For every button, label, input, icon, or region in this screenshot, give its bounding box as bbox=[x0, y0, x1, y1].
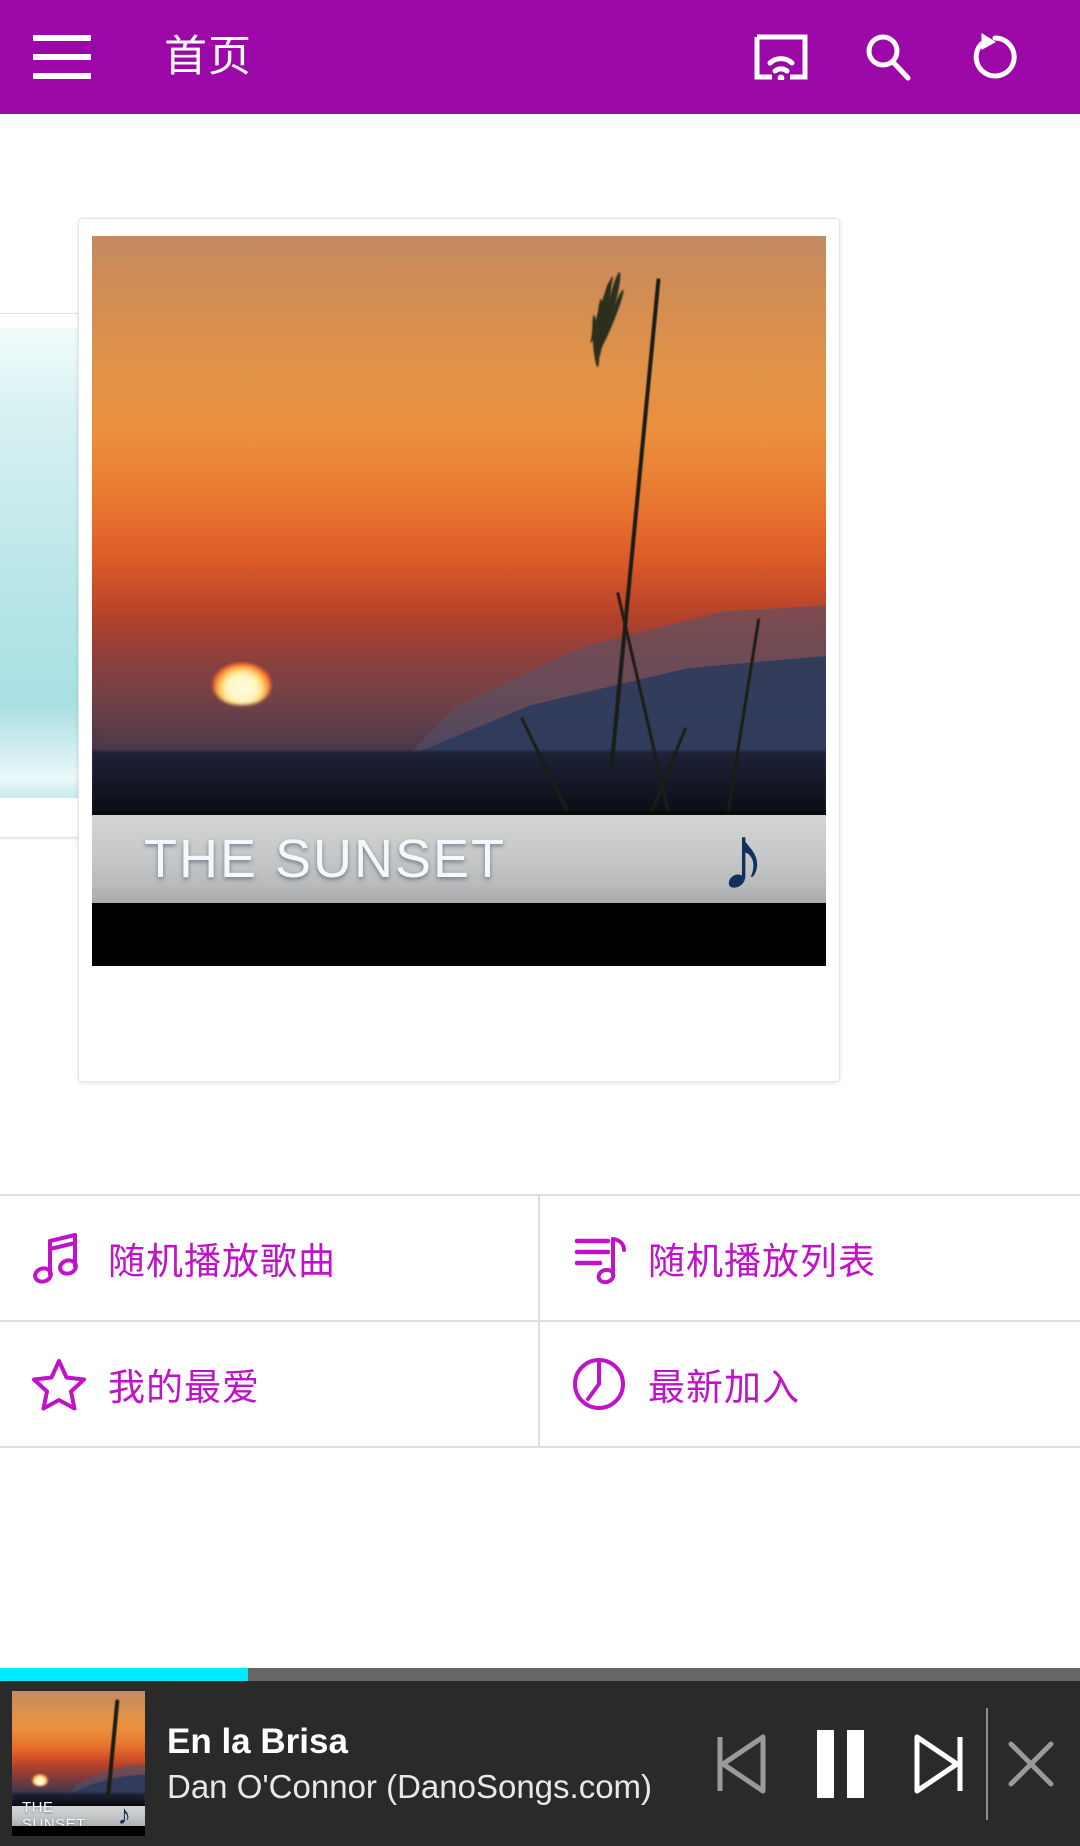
beamed-music-notes-icon bbox=[28, 1227, 90, 1289]
pause-bars bbox=[816, 1729, 864, 1798]
now-playing-bar: THE SUNSET ♪ En la Brisa Dan O'Connor (D… bbox=[0, 1681, 1080, 1846]
hamburger-line bbox=[33, 54, 91, 60]
close-icon[interactable] bbox=[992, 1681, 1070, 1846]
playlist-queue-music-icon bbox=[568, 1227, 630, 1289]
album-art: THE SUNSET ♪ bbox=[92, 236, 826, 966]
content-area: THE SUNSET ♪ Sample Music 3 bbox=[0, 114, 1080, 1194]
reed-plume bbox=[558, 270, 658, 413]
playback-progress-fill bbox=[0, 1668, 249, 1681]
now-playing-artist: Dan O'Connor (DanoSongs.com) bbox=[167, 1767, 653, 1805]
hamburger-line bbox=[33, 73, 91, 79]
playback-progress-bar[interactable] bbox=[0, 1668, 1080, 1681]
album-art-banner: THE SUNSET ♪ bbox=[92, 807, 826, 910]
grid-item-label: 我的最爱 bbox=[108, 1367, 260, 1408]
album-art-banner-text: THE SUNSET bbox=[144, 829, 507, 890]
ground-silhouette bbox=[92, 750, 826, 817]
quick-action-grid: 随机播放歌曲 随机播放列表 我的最爱 最新加入 bbox=[0, 1194, 1080, 1448]
thumbnail-bottom-bar bbox=[12, 1825, 145, 1836]
grid-item-label: 最新加入 bbox=[648, 1367, 800, 1408]
music-note-icon: ♪ bbox=[720, 807, 766, 910]
sun bbox=[213, 663, 272, 706]
grid-item-label: 随机播放列表 bbox=[648, 1241, 876, 1282]
app-bar: 首页 bbox=[0, 0, 1080, 114]
carousel-card-current[interactable]: THE SUNSET ♪ bbox=[78, 218, 840, 1082]
skip-previous-icon[interactable] bbox=[698, 1681, 784, 1846]
pause-bar bbox=[816, 1729, 834, 1798]
page-title: 首页 bbox=[164, 32, 252, 81]
pause-icon[interactable] bbox=[790, 1681, 890, 1846]
sun bbox=[31, 1773, 48, 1786]
hamburger-line bbox=[33, 35, 91, 41]
rotate-refresh-icon[interactable] bbox=[965, 27, 1025, 87]
star-outline-icon bbox=[28, 1353, 90, 1415]
clock-outline-icon bbox=[568, 1353, 630, 1415]
playback-controls bbox=[698, 1681, 1080, 1846]
grid-item-favorites[interactable]: 我的最爱 bbox=[0, 1322, 540, 1448]
album-title: Sample Music 3 bbox=[234, 899, 528, 942]
grid-item-shuffle-songs[interactable]: 随机播放歌曲 bbox=[0, 1196, 540, 1322]
pause-bar bbox=[846, 1729, 864, 1798]
cast-screen-icon[interactable] bbox=[751, 27, 811, 87]
now-playing-thumbnail[interactable]: THE SUNSET ♪ bbox=[12, 1691, 145, 1836]
grid-item-shuffle-playlist[interactable]: 随机播放列表 bbox=[540, 1196, 1080, 1322]
now-playing-metadata: En la Brisa Dan O'Connor (DanoSongs.com) bbox=[167, 1722, 652, 1806]
hamburger-menu-icon[interactable] bbox=[33, 35, 91, 79]
app-bar-actions bbox=[751, 27, 1025, 87]
skip-next-icon[interactable] bbox=[896, 1681, 982, 1846]
search-icon[interactable] bbox=[858, 27, 918, 87]
grid-item-label: 随机播放歌曲 bbox=[108, 1241, 336, 1282]
controls-divider bbox=[986, 1707, 988, 1820]
grid-item-recently-added[interactable]: 最新加入 bbox=[540, 1322, 1080, 1448]
music-note-icon: ♪ bbox=[117, 1800, 132, 1831]
now-playing-title: En la Brisa bbox=[167, 1721, 348, 1761]
thumbnail-banner: THE SUNSET ♪ bbox=[12, 1799, 145, 1833]
